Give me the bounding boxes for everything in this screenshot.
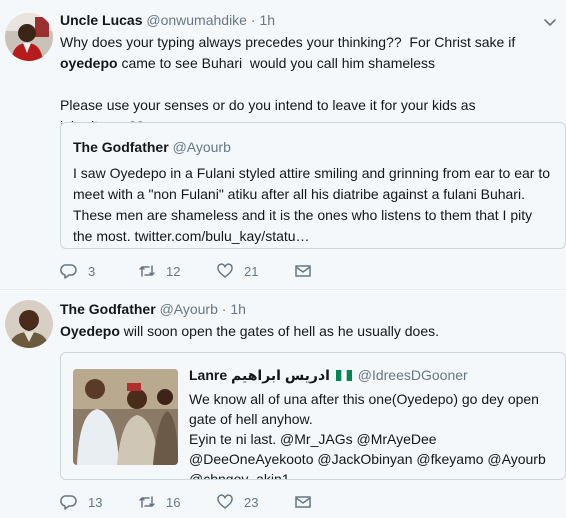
retweet-button[interactable]: 16 [138, 493, 216, 511]
quoted-user-handle: @Ayourb [172, 139, 231, 155]
retweet-icon [139, 265, 155, 277]
like-button[interactable]: 21 [216, 262, 294, 280]
quoted-tweet-header: Lanre ادريس ابراهيم @IdreesDGooner [189, 367, 468, 384]
dm-button[interactable] [294, 493, 324, 511]
avatar[interactable] [5, 300, 53, 348]
quoted-user-handle: @IdreesDGooner [357, 367, 468, 383]
tweet-text-bold: Oyedepo [60, 323, 120, 339]
timestamp[interactable]: 1h [230, 301, 246, 317]
quoted-tweet-text: I saw Oyedepo in a Fulani styled attire … [73, 165, 551, 244]
like-count: 23 [244, 494, 259, 510]
tweet-header: The Godfather @Ayourb · 1h [60, 301, 246, 317]
avatar[interactable] [5, 13, 53, 61]
tweet-text: Oyedepo will soon open the gates of hell… [60, 321, 554, 342]
like-button[interactable]: 23 [216, 493, 294, 511]
quoted-tweet-text-line: We know all of una after this one(Oyedep… [189, 391, 539, 427]
tweet-text-line: came to see Buhari would you call him sh… [117, 55, 436, 71]
like-icon [217, 263, 233, 278]
display-name[interactable]: Uncle Lucas [60, 12, 142, 28]
dm-icon [295, 265, 311, 277]
tweet[interactable]: Uncle Lucas @onwumahdike · 1h Why does y… [0, 0, 566, 290]
reply-icon [60, 264, 77, 279]
quoted-display-name: Lanre ادريس ابراهيم [189, 367, 330, 383]
timestamp[interactable]: 1h [259, 12, 275, 28]
like-count: 21 [244, 263, 259, 279]
chevron-down-icon[interactable] [542, 14, 558, 30]
tweet-actions: 13 16 23 [60, 493, 324, 511]
quoted-tweet-text: We know all of una after this one(Oyedep… [189, 389, 557, 480]
reply-button[interactable]: 3 [60, 262, 138, 280]
dm-icon [295, 496, 311, 508]
separator-dot: · [221, 301, 227, 317]
tweet-actions: 3 12 21 [60, 262, 324, 280]
tweet-text-line: Why does your typing always precedes you… [60, 34, 516, 50]
retweet-button[interactable]: 12 [138, 262, 216, 280]
quoted-tweet-text-line: Eyin te ni last. @Mr_JAGs @MrAyeDee @Dee… [189, 431, 546, 480]
nigeria-flag-icon [335, 370, 352, 381]
reply-count: 13 [88, 494, 103, 510]
tweet-text-bold: oyedepo [60, 55, 118, 71]
quoted-display-name: The Godfather [73, 139, 169, 155]
reply-icon [60, 495, 77, 510]
quoted-tweet-header: The Godfather @Ayourb [73, 139, 231, 155]
tweet-text-line: will soon open the gates of hell as he u… [119, 323, 440, 339]
retweet-icon [139, 496, 155, 508]
reply-button[interactable]: 13 [60, 493, 138, 511]
tweet-header: Uncle Lucas @onwumahdike · 1h [60, 12, 275, 28]
like-icon [217, 494, 233, 509]
reply-count: 3 [88, 263, 96, 279]
separator-dot: · [250, 12, 256, 28]
user-handle[interactable]: @onwumahdike [146, 12, 247, 28]
display-name[interactable]: The Godfather [60, 301, 156, 317]
retweet-count: 12 [166, 263, 181, 279]
quoted-tweet[interactable]: Lanre ادريس ابراهيم @IdreesDGooner We kn… [60, 352, 566, 480]
retweet-count: 16 [166, 494, 181, 510]
quoted-tweet[interactable]: The Godfather @Ayourb I saw Oyedepo in a… [60, 122, 566, 249]
dm-button[interactable] [294, 262, 324, 280]
quoted-tweet-photo[interactable] [73, 369, 178, 465]
user-handle[interactable]: @Ayourb [160, 301, 218, 317]
